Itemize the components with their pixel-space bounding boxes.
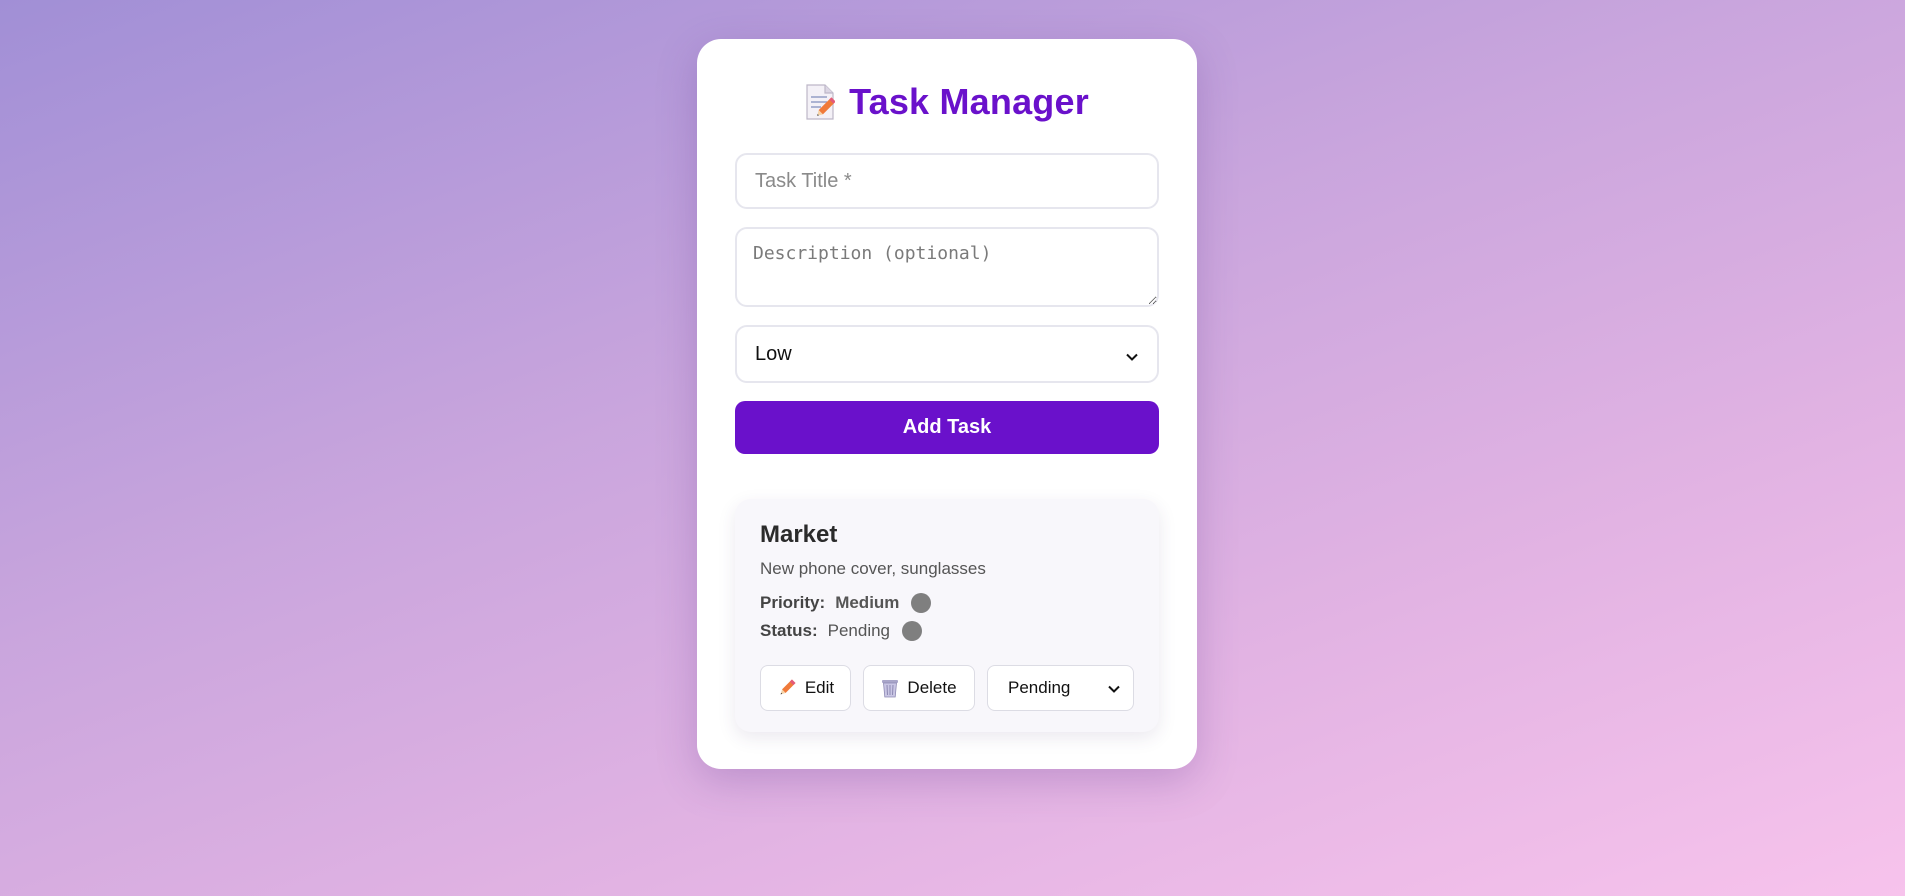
priority-value: Medium — [835, 593, 900, 612]
task-card: Market New phone cover, sunglasses Prior… — [735, 499, 1159, 732]
status-label: Status: — [760, 621, 818, 640]
edit-button-label: Edit — [804, 678, 835, 697]
chevron-down-icon — [1107, 681, 1121, 695]
status-value: Pending — [827, 621, 891, 640]
priority-label: Priority: — [760, 593, 826, 612]
status-row: Status: Pending — [760, 617, 1134, 645]
wastebasket-icon — [881, 678, 899, 698]
header: Task Manager — [735, 77, 1159, 127]
priority-indicator-dot — [911, 593, 932, 613]
chevron-down-icon — [1125, 347, 1139, 361]
priority-select-value: Low — [755, 342, 792, 365]
edit-button[interactable]: Edit — [760, 665, 851, 711]
memo-icon — [805, 84, 836, 120]
page-title: Task Manager — [849, 81, 1089, 122]
task-description: New phone cover, sunglasses — [760, 559, 986, 578]
task-manager-card: Task Manager Low Add Task Market New pho… — [697, 39, 1197, 769]
priority-select[interactable]: Low — [735, 325, 1159, 383]
pencil-icon — [777, 678, 797, 698]
task-actions: Edit Delete Pending — [760, 665, 1134, 711]
priority-row: Priority: Medium — [760, 589, 1134, 617]
status-indicator-dot — [902, 621, 923, 641]
status-select-value: Pending — [1008, 678, 1071, 697]
task-title: Market — [760, 521, 838, 548]
task-title-input[interactable] — [735, 153, 1159, 209]
delete-button-label: Delete — [907, 678, 957, 697]
delete-button[interactable]: Delete — [863, 665, 975, 711]
description-input[interactable] — [735, 227, 1159, 307]
status-select[interactable]: Pending — [987, 665, 1134, 711]
add-task-button[interactable]: Add Task — [735, 401, 1159, 454]
